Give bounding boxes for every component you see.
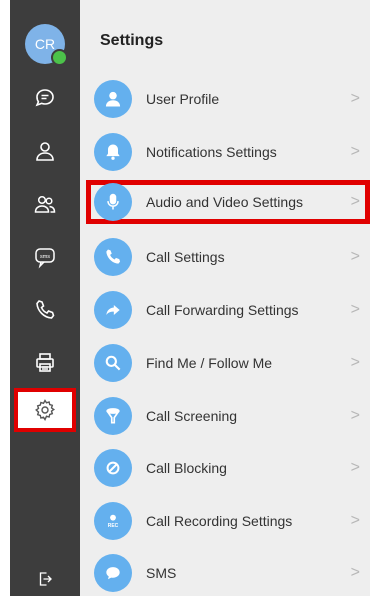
settings-item-call-settings[interactable]: Call Settings >: [80, 230, 370, 283]
avatar-initials: CR: [34, 36, 56, 52]
chevron-right-icon: >: [350, 563, 360, 581]
chevron-right-icon: >: [350, 247, 360, 265]
settings-item-notifications[interactable]: Notifications Settings >: [80, 125, 370, 178]
settings-item-label: SMS: [146, 564, 177, 581]
settings-item-label: Call Settings: [146, 248, 225, 265]
chevron-right-icon: >: [350, 511, 360, 529]
nav-fax[interactable]: [10, 338, 80, 388]
settings-item-find-me[interactable]: Find Me / Follow Me >: [80, 336, 370, 389]
settings-item-call-blocking[interactable]: Call Blocking >: [80, 441, 370, 494]
group-icon: [34, 195, 56, 213]
page-title: Settings: [100, 32, 164, 49]
settings-item-call-recording[interactable]: REC Call Recording Settings >: [80, 494, 370, 547]
forward-arrow-icon: [106, 304, 120, 315]
chevron-right-icon: >: [350, 406, 360, 424]
settings-panel: Settings User Profile > Notifications Se…: [80, 0, 370, 596]
nav-chat[interactable]: [10, 73, 80, 123]
settings-item-sms[interactable]: SMS >: [80, 546, 370, 599]
avatar[interactable]: CR: [25, 24, 68, 66]
sidebar: CR sms: [10, 0, 80, 596]
settings-item-label: Call Screening: [146, 407, 238, 424]
settings-item-label: Notifications Settings: [146, 143, 277, 160]
nav-sms[interactable]: sms: [10, 232, 80, 282]
settings-item-audio-video[interactable]: Audio and Video Settings >: [86, 180, 370, 224]
settings-item-label: Audio and Video Settings: [146, 194, 303, 210]
block-icon: [106, 461, 120, 474]
filter-icon: [106, 407, 120, 423]
microphone-icon: [107, 193, 119, 210]
chevron-right-icon: >: [350, 89, 360, 107]
svg-text:REC: REC: [108, 522, 119, 528]
bell-icon: [106, 144, 120, 160]
gear-icon: [35, 399, 56, 421]
presence-indicator: [51, 49, 68, 66]
nav-contacts[interactable]: [10, 126, 80, 176]
settings-item-label: User Profile: [146, 90, 220, 107]
chevron-right-icon: >: [350, 142, 360, 160]
message-bubble-icon: [106, 566, 120, 579]
sms-icon: sms: [35, 248, 55, 269]
record-icon: REC: [108, 514, 119, 528]
sign-out-icon: [39, 572, 52, 586]
phone-icon: [106, 249, 121, 264]
settings-item-label: Call Recording Settings: [146, 512, 293, 529]
chat-icon: [35, 89, 54, 107]
settings-item-user-profile[interactable]: User Profile >: [80, 72, 370, 125]
nav-settings[interactable]: [14, 388, 76, 432]
printer-icon: [36, 353, 54, 372]
phone-icon: [36, 300, 55, 319]
chevron-right-icon: >: [350, 300, 360, 318]
nav-calls[interactable]: [10, 285, 80, 335]
svg-text:sms: sms: [40, 254, 50, 260]
settings-item-label: Call Blocking: [146, 459, 227, 476]
settings-item-label: Call Forwarding Settings: [146, 301, 299, 318]
search-icon: [105, 355, 121, 370]
settings-item-label: Find Me / Follow Me: [146, 354, 273, 371]
nav-sign-out[interactable]: [10, 562, 80, 596]
chevron-right-icon: >: [350, 193, 360, 210]
settings-item-call-screening[interactable]: Call Screening >: [80, 389, 370, 442]
settings-item-call-forwarding[interactable]: Call Forwarding Settings >: [80, 283, 370, 336]
chevron-right-icon: >: [350, 353, 360, 371]
person-icon: [36, 142, 54, 161]
user-icon: [105, 91, 121, 106]
nav-groups[interactable]: [10, 179, 80, 229]
chevron-right-icon: >: [350, 458, 360, 476]
